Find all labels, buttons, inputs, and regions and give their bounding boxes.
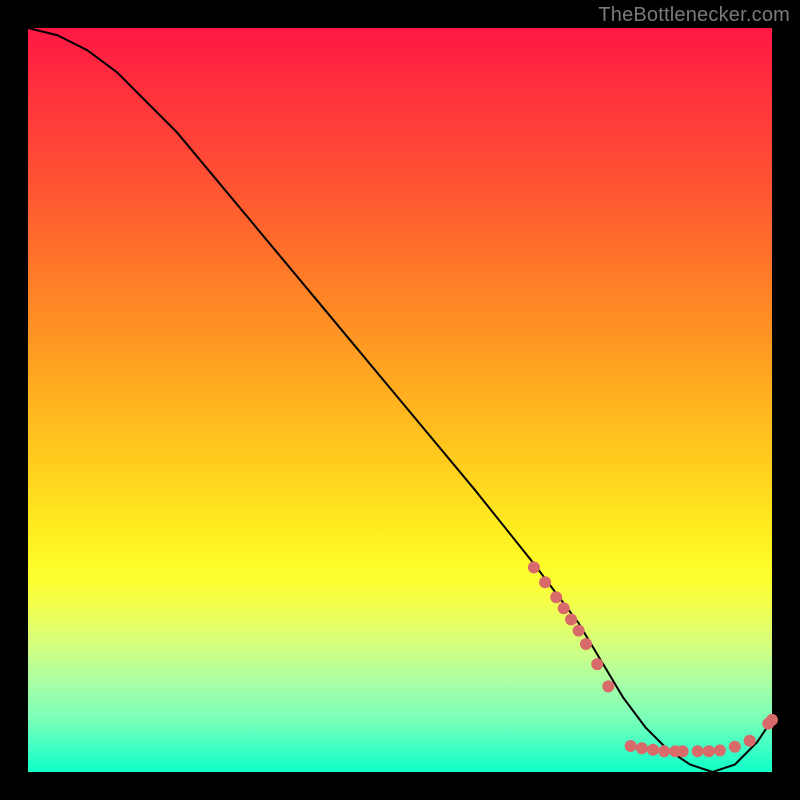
data-marker — [647, 744, 659, 756]
data-marker — [625, 740, 637, 752]
curve-layer — [28, 28, 772, 772]
plot-area — [28, 28, 772, 772]
data-marker — [591, 658, 603, 670]
data-marker — [539, 576, 551, 588]
data-marker — [636, 742, 648, 754]
bottleneck-curve — [28, 28, 772, 772]
data-marker — [565, 614, 577, 626]
data-marker — [729, 741, 741, 753]
data-marker — [703, 745, 715, 757]
data-marker — [528, 561, 540, 573]
data-marker — [744, 735, 756, 747]
data-marker — [658, 745, 670, 757]
data-marker — [558, 602, 570, 614]
data-marker — [573, 625, 585, 637]
data-marker — [714, 744, 726, 756]
chart-frame: TheBottlenecker.com — [0, 0, 800, 800]
data-marker — [602, 680, 614, 692]
curve-markers — [528, 561, 778, 757]
data-marker — [550, 591, 562, 603]
attribution-label: TheBottlenecker.com — [598, 4, 790, 27]
data-marker — [580, 638, 592, 650]
data-marker — [677, 745, 689, 757]
data-marker — [692, 745, 704, 757]
data-marker — [766, 714, 778, 726]
